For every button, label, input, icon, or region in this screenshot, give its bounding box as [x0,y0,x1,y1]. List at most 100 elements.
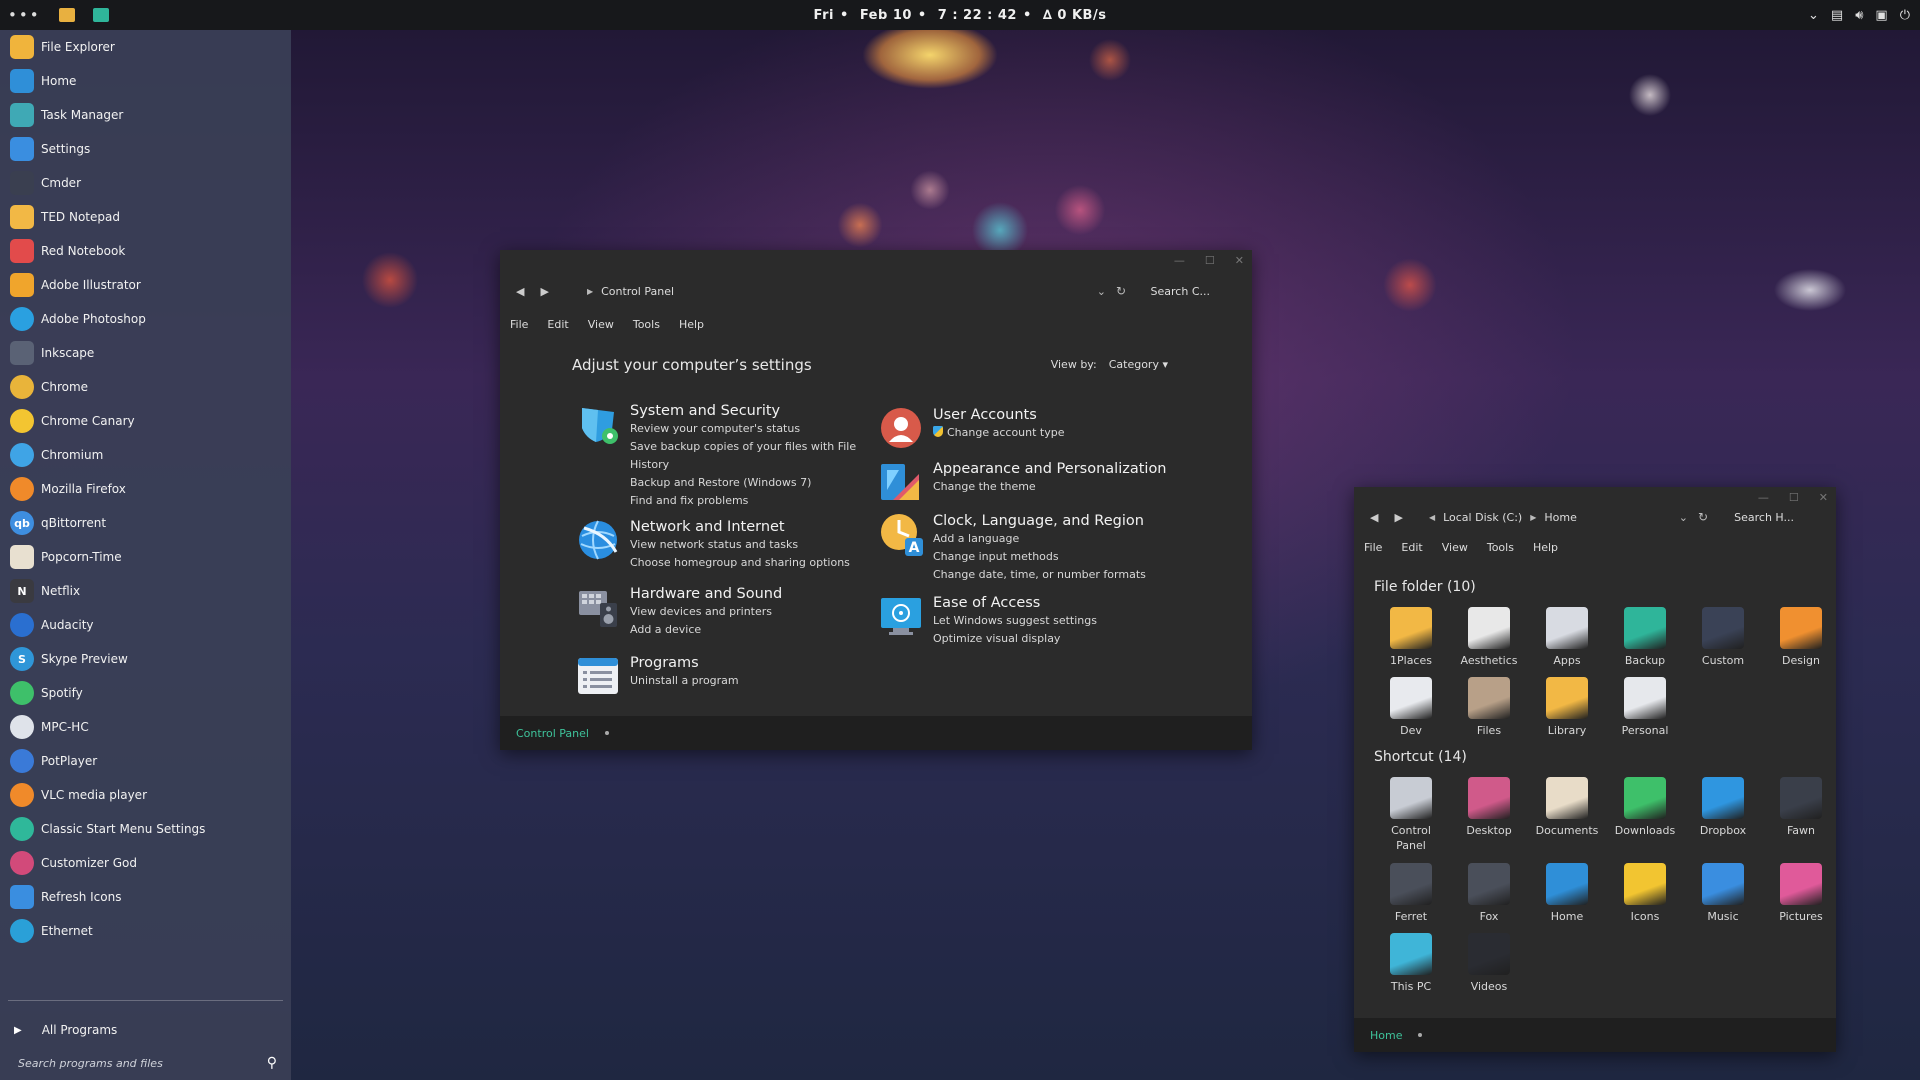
link-save-backup[interactable]: Save backup copies of your files with Fi… [630,438,856,456]
item-downloads[interactable]: Downloads [1606,775,1684,845]
printer-speaker-icon[interactable] [576,585,620,629]
item-this-pc[interactable]: This PC [1372,931,1450,1001]
ease-of-access-icon[interactable] [879,594,923,638]
menu-tools[interactable]: Tools [1487,541,1514,554]
item-fox[interactable]: Fox [1450,861,1528,931]
start-item-spotify[interactable]: Spotify [0,676,291,710]
close-icon[interactable]: ✕ [1235,254,1244,267]
start-item-inkscape[interactable]: Inkscape [0,336,291,370]
maximize-icon[interactable]: ☐ [1205,254,1215,267]
network-internet-title[interactable]: Network and Internet [630,518,850,536]
item-custom[interactable]: Custom [1684,605,1762,675]
item-icons[interactable]: Icons [1606,861,1684,931]
link-find-fix[interactable]: Find and fix problems [630,492,856,510]
item-1places[interactable]: 1Places [1372,605,1450,675]
start-item-task-manager[interactable]: Task Manager [0,98,291,132]
appearance-icon[interactable] [879,460,923,504]
start-item-red-notebook[interactable]: Red Notebook [0,234,291,268]
start-item-skype-preview[interactable]: S Skype Preview [0,642,291,676]
files-icon[interactable] [58,8,75,22]
link-change-account-type[interactable]: Change account type [933,424,1065,442]
item-design[interactable]: Design [1762,605,1840,675]
activities-dots[interactable]: ••• [8,6,41,24]
menu-help[interactable]: Help [1533,541,1558,554]
start-item-ethernet[interactable]: Ethernet [0,914,291,948]
start-item-refresh-icons[interactable]: Refresh Icons [0,880,291,914]
hardware-sound-title[interactable]: Hardware and Sound [630,585,782,603]
power-icon[interactable]: ⏻ [1900,8,1910,23]
menu-tools[interactable]: Tools [633,318,660,331]
refresh-icon[interactable]: ↻ [1698,510,1708,524]
forward-arrow-icon[interactable]: ▶ [1394,511,1402,524]
menu-edit[interactable]: Edit [547,318,568,331]
chevron-down-icon[interactable]: ⌄ [1097,285,1106,298]
item-apps[interactable]: Apps [1528,605,1606,675]
forward-arrow-icon[interactable]: ▶ [540,285,548,298]
item-fawn[interactable]: Fawn [1762,775,1840,845]
item-home[interactable]: Home [1528,861,1606,931]
item-documents[interactable]: Documents [1528,775,1606,861]
item-control-panel[interactable]: Control Panel [1372,775,1450,861]
item-aesthetics[interactable]: Aesthetics [1450,605,1528,675]
item-videos[interactable]: Videos [1450,931,1528,1001]
start-item-audacity[interactable]: Audacity [0,608,291,642]
menu-view[interactable]: View [1442,541,1468,554]
item-backup[interactable]: Backup [1606,605,1684,675]
start-item-file-explorer[interactable]: File Explorer [0,30,291,64]
start-item-adobe-photoshop[interactable]: Adobe Photoshop [0,302,291,336]
item-files[interactable]: Files [1450,675,1528,745]
start-item-classic-start-menu-settings[interactable]: Classic Start Menu Settings [0,812,291,846]
volume-icon[interactable]: 🔊︎ [1855,8,1863,23]
back-arrow-icon[interactable]: ◀ [1370,511,1378,524]
menu-file[interactable]: File [1364,541,1382,554]
start-item-chrome-canary[interactable]: Chrome Canary [0,404,291,438]
start-item-chromium[interactable]: Chromium [0,438,291,472]
item-personal[interactable]: Personal [1606,675,1684,745]
clipboard-icon[interactable]: ▤ [1831,8,1843,23]
link-date-time[interactable]: Change date, time, or number formats [933,566,1146,584]
minimize-icon[interactable]: — [1174,254,1185,267]
start-search-input[interactable] [18,1056,267,1070]
link-optimize-display[interactable]: Optimize visual display [933,630,1097,648]
link-devices-printers[interactable]: View devices and printers [630,603,782,621]
start-item-vlc-media-player[interactable]: VLC media player [0,778,291,812]
item-desktop[interactable]: Desktop [1450,775,1528,845]
search-input[interactable]: Search H... [1734,511,1794,524]
link-backup-restore[interactable]: Backup and Restore (Windows 7) [630,474,856,492]
start-item-mozilla-firefox[interactable]: Mozilla Firefox [0,472,291,506]
monitor-icon[interactable] [92,8,109,22]
start-item-netflix[interactable]: N Netflix [0,574,291,608]
item-dropbox[interactable]: Dropbox [1684,775,1762,845]
back-arrow-icon[interactable]: ◀ [516,285,524,298]
breadcrumb-control-panel[interactable]: Control Panel [601,285,674,298]
start-item-chrome[interactable]: Chrome [0,370,291,404]
link-change-theme[interactable]: Change the theme [933,478,1167,496]
menu-file[interactable]: File [510,318,528,331]
shield-icon[interactable] [576,402,620,446]
item-ferret[interactable]: Ferret [1372,861,1450,931]
item-music[interactable]: Music [1684,861,1762,931]
start-item-mpc-hc[interactable]: MPC-HC [0,710,291,744]
link-review-status[interactable]: Review your computer's status [630,420,856,438]
breadcrumb-home[interactable]: Home [1544,511,1576,524]
item-library[interactable]: Library [1528,675,1606,745]
breadcrumb-local-disk[interactable]: Local Disk (C:) [1443,511,1522,524]
link-homegroup[interactable]: Choose homegroup and sharing options [630,554,850,572]
item-dev[interactable]: Dev [1372,675,1450,745]
start-item-adobe-illustrator[interactable]: Adobe Illustrator [0,268,291,302]
user-account-icon[interactable] [879,406,923,450]
item-pictures[interactable]: Pictures [1762,861,1840,931]
link-save-backup-cont[interactable]: History [630,456,856,474]
start-item-home[interactable]: Home [0,64,291,98]
programs-icon[interactable] [576,654,620,698]
menu-edit[interactable]: Edit [1401,541,1422,554]
appearance-title[interactable]: Appearance and Personalization [933,460,1167,478]
start-item-qbittorrent[interactable]: qb qBittorrent [0,506,291,540]
programs-title[interactable]: Programs [630,654,739,672]
ease-of-access-title[interactable]: Ease of Access [933,594,1097,612]
system-security-title[interactable]: System and Security [630,402,856,420]
clock-language-title[interactable]: Clock, Language, and Region [933,512,1146,530]
network-icon[interactable]: ▣ [1875,8,1887,23]
start-item-ted-notepad[interactable]: TED Notepad [0,200,291,234]
globe-icon[interactable] [576,518,620,562]
